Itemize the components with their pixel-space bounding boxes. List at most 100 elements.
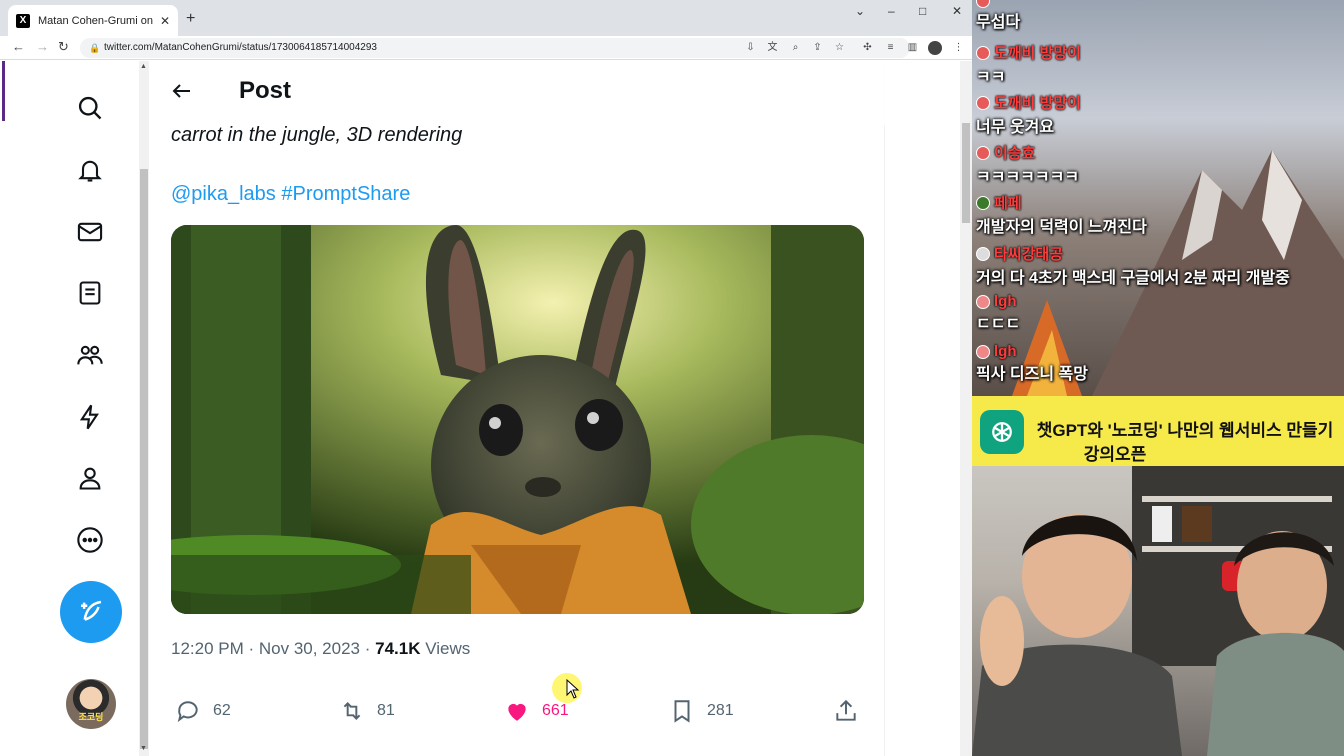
maximize-button[interactable]: □	[919, 4, 926, 18]
menu-kebab-icon[interactable]: ⋮	[952, 41, 965, 54]
chat-text: ㅋㅋ	[976, 69, 1006, 86]
chat-user: 타씨강태공	[976, 243, 1290, 264]
post-time-date[interactable]: 12:20 PM · Nov 30, 2023 ·	[171, 639, 375, 658]
nav-notifications[interactable]	[74, 154, 106, 186]
back-arrow-icon[interactable]	[170, 79, 194, 103]
nav-lists[interactable]	[74, 277, 106, 309]
search-icon	[78, 96, 102, 120]
nav-messages[interactable]	[74, 216, 106, 248]
feather-plus-icon	[81, 600, 102, 621]
reply-bubble-icon	[177, 701, 198, 723]
scroll-down-arrow-icon[interactable]: ▼	[140, 745, 147, 752]
nav-explore[interactable]	[74, 92, 106, 124]
close-window-button[interactable]: ✕	[952, 4, 962, 18]
user-badge-icon	[976, 95, 990, 110]
share-button[interactable]	[833, 697, 871, 725]
repost-icon	[343, 702, 361, 720]
minimize-button[interactable]: –	[888, 4, 895, 18]
chat-user	[976, 0, 1020, 8]
chat-text: 무섭다	[976, 14, 1021, 31]
nav-scroll-thumb[interactable]	[140, 169, 148, 749]
chat-user: lgh	[976, 293, 1020, 310]
compose-post-button[interactable]	[60, 581, 122, 643]
page-scrollbar[interactable]	[960, 61, 972, 756]
reply-button[interactable]: 62	[175, 697, 231, 725]
mouse-cursor-icon	[566, 679, 580, 699]
post-actions-bar: 62 81 661 281	[171, 697, 861, 725]
nav-profile[interactable]	[74, 462, 106, 494]
url-field[interactable]: 🔒 twitter.com/MatanCohenGrumi/status/173…	[80, 38, 910, 58]
chat-message: 타씨강태공 거의 다 4초가 맥스데 구글에서 2분 짜리 개발중	[976, 243, 1290, 288]
person-icon	[79, 467, 101, 490]
chat-text: 개발자의 덕력이 느껴진다	[976, 219, 1147, 236]
banner-subtitle: 강의오픈	[1083, 445, 1147, 464]
streamers-camera-image	[972, 466, 1344, 756]
page-scroll-thumb[interactable]	[962, 123, 970, 223]
nav-premium[interactable]	[74, 401, 106, 433]
webcam-feed	[972, 466, 1344, 756]
chat-panel: 무섭다 도깨비 방망이 ㅋㅋ 도깨비 방망이 너무 웃겨요 이승효 ㅋㅋㅋㅋㅋㅋ…	[972, 0, 1344, 396]
user-badge-icon	[976, 344, 990, 359]
extensions-icon[interactable]: ✣	[861, 41, 874, 54]
bell-icon	[78, 160, 102, 182]
banner-title: 챗GPT와 '노코딩' 나만의 웹서비스 만들기	[1036, 421, 1334, 440]
chat-message: 페페 개발자의 덕력이 느껴진다	[976, 192, 1147, 237]
list-icon	[79, 281, 101, 305]
window-edge-accent	[2, 61, 5, 121]
side-panel-icon[interactable]: ▥	[906, 41, 919, 54]
user-badge-icon	[976, 0, 990, 8]
tab-strip: X Matan Cohen-Grumi on X: "Sto ✕ + ⌄ – □…	[0, 0, 972, 36]
share-icon[interactable]: ⇪	[811, 41, 824, 54]
nav-scrollbar[interactable]: ▲ ▼	[139, 61, 149, 756]
forward-arrow-icon[interactable]: →	[36, 39, 49, 54]
post-text-visible: carrot in the jungle, 3D rendering	[171, 124, 463, 146]
chat-text: ㄷㄷㄷ	[976, 316, 1021, 333]
post-timestamp-views: 12:20 PM · Nov 30, 2023 · 74.1K Views	[171, 639, 470, 659]
heart-filled-icon	[508, 703, 526, 721]
reload-icon[interactable]: ↻	[58, 39, 69, 55]
chat-message: 도깨비 방망이 너무 웃겨요	[976, 92, 1081, 137]
nav-communities[interactable]	[74, 339, 106, 371]
back-arrow-icon[interactable]: ←	[12, 39, 25, 54]
share-upload-icon	[836, 699, 856, 721]
chat-message: 무섭다	[976, 0, 1020, 32]
bookmark-count: 281	[707, 702, 734, 719]
bookmark-icon	[674, 700, 690, 723]
like-count: 661	[542, 702, 569, 719]
new-tab-button[interactable]: +	[186, 10, 195, 28]
address-bar-row: ← → ↻ 🔒 twitter.com/MatanCohenGrumi/stat…	[0, 36, 972, 60]
tab-close-icon[interactable]: ✕	[160, 14, 170, 28]
page-title: Post	[239, 77, 292, 104]
browser-window: X Matan Cohen-Grumi on X: "Sto ✕ + ⌄ – □…	[0, 0, 972, 756]
rabbit-video-frame	[171, 225, 864, 614]
install-icon[interactable]: ⇩	[744, 41, 757, 54]
browser-tab[interactable]: X Matan Cohen-Grumi on X: "Sto ✕	[8, 5, 178, 36]
repost-button[interactable]: 81	[339, 697, 395, 725]
bookmark-star-icon[interactable]: ☆	[833, 41, 846, 54]
scroll-up-arrow-icon[interactable]: ▲	[140, 63, 147, 70]
nav-more[interactable]	[74, 524, 106, 556]
chat-text: ㅋㅋㅋㅋㅋㅋㅋ	[976, 169, 1080, 186]
people-icon	[77, 345, 103, 365]
chat-user: 도깨비 방망이	[976, 42, 1081, 63]
chat-message: 이승효 ㅋㅋㅋㅋㅋㅋㅋ	[976, 142, 1079, 187]
zoom-icon[interactable]: ⌕	[789, 41, 802, 54]
x-logo-icon: X	[16, 13, 30, 28]
account-avatar[interactable]: 조코딩	[66, 679, 116, 729]
reading-list-icon[interactable]: ≡	[884, 41, 897, 54]
post-hashtags-link[interactable]: @pika_labs #PromptShare	[171, 183, 410, 206]
chat-user: 이승효	[976, 142, 1079, 163]
translate-icon[interactable]: 文	[766, 41, 779, 54]
profile-avatar-icon[interactable]	[928, 41, 942, 55]
url-text: twitter.com/MatanCohenGrumi/status/17300…	[104, 42, 377, 53]
lightning-icon	[79, 404, 99, 430]
views-label: Views	[420, 639, 471, 658]
bookmark-button[interactable]: 281	[669, 697, 734, 725]
post-media-video[interactable]	[171, 225, 864, 614]
openai-logo-icon	[980, 410, 1024, 454]
chat-user: lgh	[976, 343, 1088, 360]
tab-search-icon[interactable]: ⌄	[855, 4, 865, 18]
chat-text: 거의 다 4초가 맥스데 구글에서 2분 짜리 개발중	[976, 270, 1290, 287]
chat-message: lgh 픽사 디즈니 폭망	[976, 343, 1088, 384]
user-badge-icon	[976, 294, 990, 309]
